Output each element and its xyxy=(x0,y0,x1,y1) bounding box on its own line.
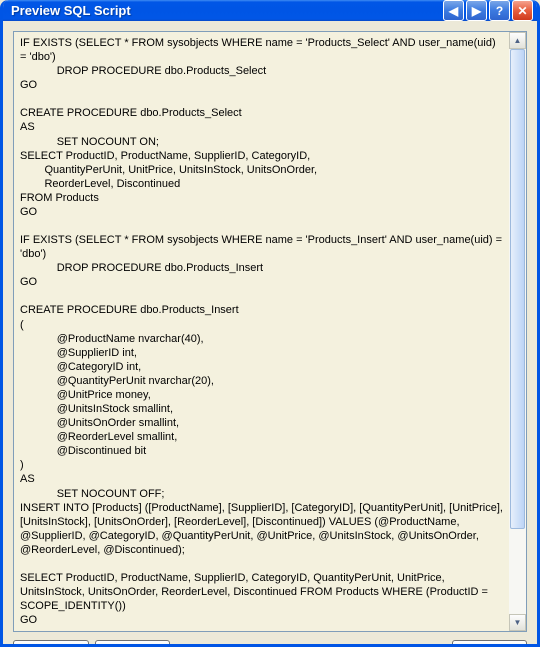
close-button[interactable]: Close xyxy=(452,640,527,647)
dialog-content: IF EXISTS (SELECT * FROM sysobjects WHER… xyxy=(3,21,537,647)
sql-script-text[interactable]: IF EXISTS (SELECT * FROM sysobjects WHER… xyxy=(14,32,509,631)
scroll-thumb[interactable] xyxy=(510,49,525,529)
sql-preview-container: IF EXISTS (SELECT * FROM sysobjects WHER… xyxy=(13,31,527,632)
titlebar-buttons: ◀ ▶ ? ✕ xyxy=(443,0,533,21)
close-icon[interactable]: ✕ xyxy=(512,0,533,21)
scroll-up-icon[interactable]: ▲ xyxy=(509,32,526,49)
help-icon[interactable]: ? xyxy=(489,0,510,21)
window-title: Preview SQL Script xyxy=(11,3,443,18)
next-icon[interactable]: ▶ xyxy=(466,0,487,21)
prev-icon[interactable]: ◀ xyxy=(443,0,464,21)
scroll-down-icon[interactable]: ▼ xyxy=(509,614,526,631)
dialog-window: Preview SQL Script ◀ ▶ ? ✕ IF EXISTS (SE… xyxy=(0,0,540,647)
save-as-button[interactable]: Save As... xyxy=(13,640,89,647)
scroll-track[interactable] xyxy=(509,49,526,614)
titlebar: Preview SQL Script ◀ ▶ ? ✕ xyxy=(3,0,537,21)
copy-all-button[interactable]: Copy All xyxy=(95,640,170,647)
button-row: Save As... Copy All Close xyxy=(13,632,527,647)
vertical-scrollbar[interactable]: ▲ ▼ xyxy=(509,32,526,631)
